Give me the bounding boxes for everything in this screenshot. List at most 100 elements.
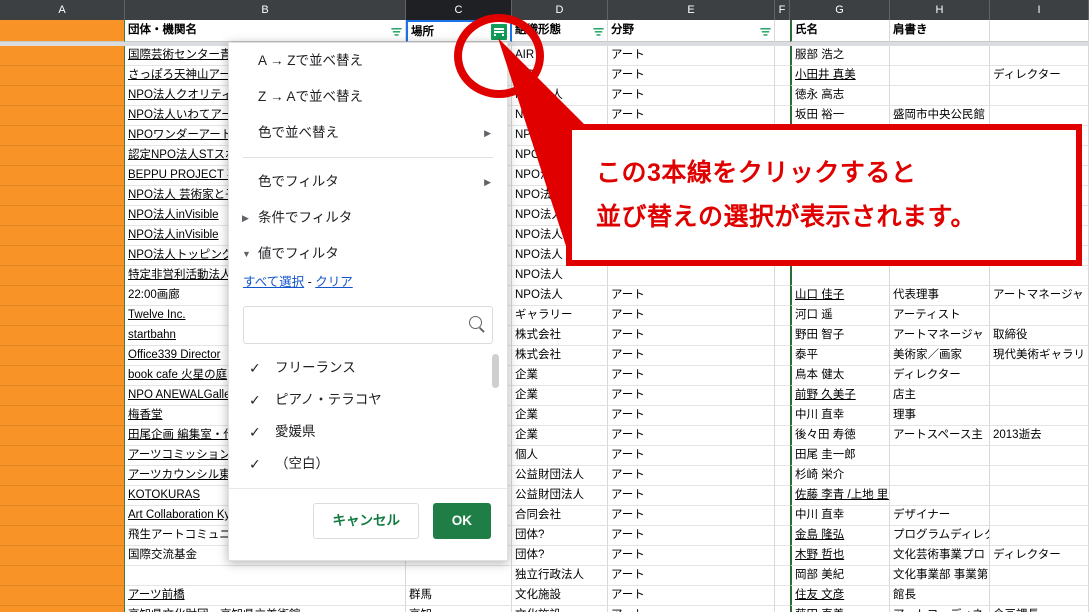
cell-e[interactable]: アート: [608, 606, 775, 612]
cell-i[interactable]: [990, 46, 1089, 66]
cell-a[interactable]: [0, 306, 125, 326]
cell-b[interactable]: アーツ前橋: [125, 586, 406, 606]
filter-dropdown-menu[interactable]: A → Zで並べ替え Z → Aで並べ替え 色で並べ替え ▶ 色でフィルタ ▶ …: [228, 42, 508, 561]
cell-f[interactable]: [775, 526, 790, 546]
cell-a[interactable]: [0, 106, 125, 126]
filter-value-list[interactable]: ✓ フリーランス ✓ ピアノ・テラコヤ ✓ 愛媛県 ✓ （空白）: [229, 352, 507, 480]
cell-e[interactable]: アート: [608, 286, 775, 306]
cell-a[interactable]: [0, 266, 125, 286]
cell-h[interactable]: 店主: [890, 386, 990, 406]
cell-h[interactable]: 館長: [890, 586, 990, 606]
cell-e[interactable]: アート: [608, 366, 775, 386]
cell-e[interactable]: アート: [608, 566, 775, 586]
cell-h[interactable]: [890, 486, 990, 506]
column-header-d[interactable]: D: [512, 0, 608, 20]
filter-value-item[interactable]: ✓ 愛媛県: [229, 416, 507, 448]
cell-d[interactable]: 独立行政法人: [512, 566, 608, 586]
check-icon[interactable]: ✓: [249, 448, 261, 480]
column-header-b[interactable]: B: [125, 0, 406, 20]
cell-f[interactable]: [775, 66, 790, 86]
table-row[interactable]: 国際交流基金 団体? アート 木野 哲也 文化芸術事業プロ ディレクター: [0, 546, 1089, 566]
cell-f[interactable]: [775, 466, 790, 486]
cell-e[interactable]: アート: [608, 406, 775, 426]
cell-h[interactable]: 美術家／画家: [890, 346, 990, 366]
cell-i[interactable]: [990, 366, 1089, 386]
cell-h[interactable]: アーティスト: [890, 306, 990, 326]
cell-a[interactable]: [0, 246, 125, 266]
spreadsheet-grid[interactable]: 団体・機関名 場所 組織形態 分野 氏名 肩書き 国際芸術センター青森 AIR アート 服部 浩之…: [0, 20, 1089, 612]
cell-g[interactable]: 鳥本 健太: [790, 366, 890, 386]
cell-b[interactable]: 高知県文化財団・高知県立美術館: [125, 606, 406, 612]
table-row[interactable]: 飛生アートコミュニティー団体?アート金島 隆弘プログラムディレクター: [0, 526, 1089, 546]
table-row[interactable]: アーツ前橋 群馬 文化施設 アート 住友 文彦 館長: [0, 586, 1089, 606]
cell-e[interactable]: アート: [608, 46, 775, 66]
cell-a[interactable]: [0, 566, 125, 586]
cell-h[interactable]: デザイナー: [890, 506, 990, 526]
cell-d[interactable]: ギャラリー: [512, 306, 608, 326]
cell-e[interactable]: アート: [608, 446, 775, 466]
filter-search-box[interactable]: [243, 306, 493, 344]
table-row[interactable]: Office339 Director 株式会社 アート 泰平 美術家／画家 現代美術ギャラ…: [0, 346, 1089, 366]
cell-i[interactable]: [990, 406, 1089, 426]
cell-d[interactable]: NPO法人: [512, 266, 608, 286]
table-row[interactable]: KOTOKURAS 公益財団法人 アート 佐藤 李青 /上地 里佳 / 嘉原 妙 / …: [0, 486, 1089, 506]
table-row[interactable]: NPO ANEWALGallery 企業 アート 前野 久美子 店主: [0, 386, 1089, 406]
check-icon[interactable]: ✓: [249, 352, 261, 384]
cancel-button[interactable]: キャンセル: [313, 503, 419, 539]
cell-a[interactable]: [0, 226, 125, 246]
cell-c[interactable]: 高知: [406, 606, 512, 612]
cell-g[interactable]: 藤田 直義: [790, 606, 890, 612]
menu-item-filter-by-condition[interactable]: ▶ 条件でフィルタ: [229, 200, 507, 236]
cell-g[interactable]: 中川 直幸: [790, 506, 890, 526]
cell-h[interactable]: アートコーディネ: [890, 606, 990, 612]
header-cell-i[interactable]: [990, 20, 1089, 42]
table-row[interactable]: アーツカウンシル東京 公益財団法人 アート 杉崎 栄介: [0, 466, 1089, 486]
table-row[interactable]: 田尾企画 編集室・代表 企業 アート 後々田 寿徳 アートスペース主 2013逝去: [0, 426, 1089, 446]
cell-f[interactable]: [775, 326, 790, 346]
cell-i[interactable]: [990, 566, 1089, 586]
cell-e[interactable]: アート: [608, 306, 775, 326]
cell-h[interactable]: [890, 266, 990, 286]
cell-d[interactable]: NPO法人: [512, 106, 608, 126]
table-row[interactable]: 特定非営利活動法人アートNPOリンク NPO法人: [0, 266, 1089, 286]
cell-e[interactable]: アート: [608, 386, 775, 406]
cell-e[interactable]: アート: [608, 506, 775, 526]
cell-e[interactable]: アート: [608, 426, 775, 446]
cell-a[interactable]: [0, 286, 125, 306]
cell-i[interactable]: [990, 586, 1089, 606]
cell-g[interactable]: 徳永 高志: [790, 86, 890, 106]
cell-d[interactable]: 団体?: [512, 526, 608, 546]
cell-a[interactable]: [0, 446, 125, 466]
cell-g[interactable]: 金島 隆弘: [790, 526, 890, 546]
cell-f[interactable]: [775, 106, 790, 126]
cell-f[interactable]: [775, 546, 790, 566]
cell-e[interactable]: アート: [608, 86, 775, 106]
header-cell-h[interactable]: 肩書き: [890, 20, 990, 42]
cell-i[interactable]: [990, 386, 1089, 406]
cell-d[interactable]: 株式会社: [512, 326, 608, 346]
header-cell-e[interactable]: 分野: [608, 20, 775, 42]
cell-f[interactable]: [775, 566, 790, 586]
table-row[interactable]: NPO法人いわてアートサポートセンターNPO法人アート坂田 裕一盛岡市中央公民館: [0, 106, 1089, 126]
cell-a[interactable]: [0, 186, 125, 206]
table-row[interactable]: 高知県文化財団・高知県立美術館高知文化施設アート 藤田 直義アートコーディネ企画課…: [0, 606, 1089, 612]
cell-f[interactable]: [775, 46, 790, 66]
cell-d[interactable]: 文化施設: [512, 586, 608, 606]
cell-a[interactable]: [0, 466, 125, 486]
cell-g[interactable]: 後々田 寿徳: [790, 426, 890, 446]
cell-a[interactable]: [0, 206, 125, 226]
cell-f[interactable]: [775, 586, 790, 606]
cell-a[interactable]: [0, 346, 125, 366]
table-row[interactable]: NPO法人クオリティアート NPO法人 アート 徳永 高志: [0, 86, 1089, 106]
cell-a[interactable]: [0, 406, 125, 426]
cell-c[interactable]: [406, 566, 512, 586]
table-row[interactable]: Twelve Inc. ギャラリー アート 河口 遥 アーティスト: [0, 306, 1089, 326]
cell-h[interactable]: 文化事業部 事業第: [890, 566, 990, 586]
clear-link[interactable]: クリア: [315, 275, 353, 289]
table-row[interactable]: 22:00画廊 NPO法人 アート 山口 佳子 代表理事 アートマネージャ: [0, 286, 1089, 306]
cell-h[interactable]: [890, 66, 990, 86]
cell-a[interactable]: [0, 46, 125, 66]
column-header-f[interactable]: F: [775, 0, 790, 20]
column-header-a[interactable]: A: [0, 0, 125, 20]
column-header-h[interactable]: H: [890, 0, 990, 20]
